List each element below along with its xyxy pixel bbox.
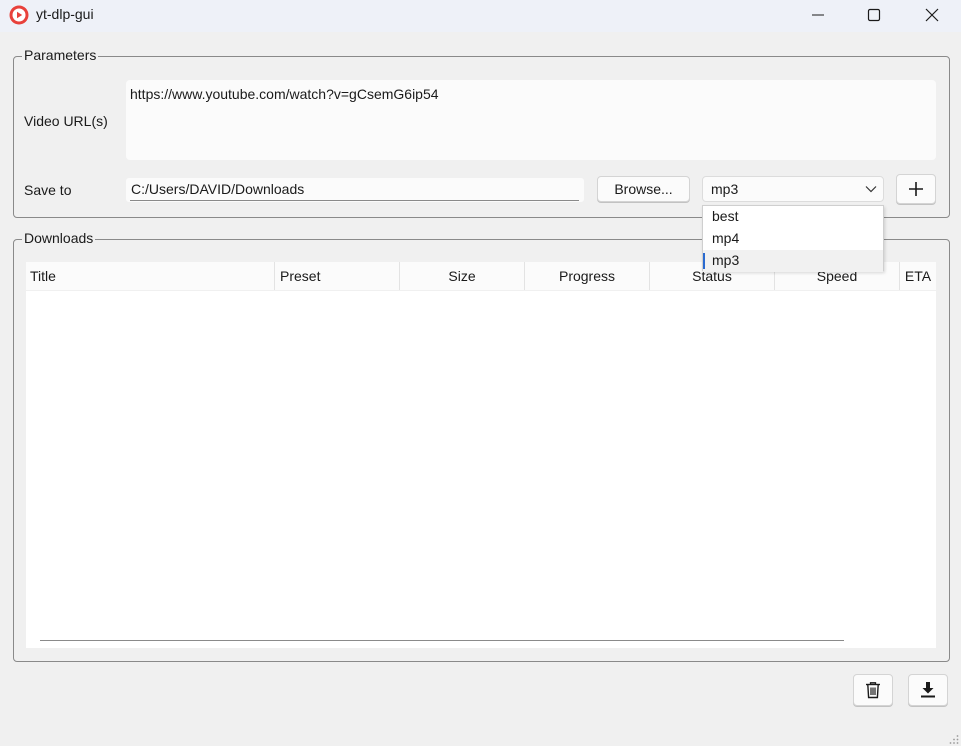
downloads-table[interactable]: Title Preset Size Progress Status Speed … xyxy=(26,262,936,648)
maximize-icon xyxy=(867,8,881,22)
column-header-eta[interactable]: ETA xyxy=(900,262,936,290)
maximize-button[interactable] xyxy=(845,0,903,30)
preset-selected-value: mp3 xyxy=(711,181,739,197)
selection-indicator xyxy=(703,253,705,269)
delete-button[interactable] xyxy=(853,674,893,706)
download-button[interactable] xyxy=(908,674,948,706)
column-header-title[interactable]: Title xyxy=(26,262,275,290)
column-header-progress[interactable]: Progress xyxy=(525,262,650,290)
video-url-label: Video URL(s) xyxy=(24,113,108,129)
browse-button[interactable]: Browse... xyxy=(597,176,690,202)
video-url-input[interactable]: https://www.youtube.com/watch?v=gCsemG6i… xyxy=(126,80,936,160)
preset-option-mp4[interactable]: mp4 xyxy=(703,228,883,250)
title-bar: yt-dlp-gui xyxy=(0,0,961,32)
window-title: yt-dlp-gui xyxy=(36,6,94,22)
horizontal-scrollbar[interactable] xyxy=(40,640,844,641)
resize-grip-icon[interactable] xyxy=(949,734,959,744)
save-path-value: C:/Users/DAVID/Downloads xyxy=(131,181,305,197)
save-path-underline xyxy=(130,200,579,201)
preset-select[interactable]: mp3 xyxy=(702,176,884,202)
minimize-icon xyxy=(812,14,824,16)
save-path-input[interactable]: C:/Users/DAVID/Downloads xyxy=(126,178,584,202)
download-icon xyxy=(921,682,935,698)
close-button[interactable] xyxy=(903,0,961,30)
browse-button-label: Browse... xyxy=(614,181,673,197)
close-icon xyxy=(925,8,939,22)
app-logo-icon xyxy=(9,5,29,25)
preset-dropdown-list: best mp4 mp3 xyxy=(702,205,884,272)
preset-option-best[interactable]: best xyxy=(703,206,883,228)
plus-icon xyxy=(909,182,923,196)
parameters-group-label: Parameters xyxy=(22,47,99,63)
column-header-size[interactable]: Size xyxy=(400,262,525,290)
add-download-button[interactable] xyxy=(896,174,936,204)
video-url-value: https://www.youtube.com/watch?v=gCsemG6i… xyxy=(130,86,439,102)
downloads-group-label: Downloads xyxy=(22,230,96,246)
save-to-label: Save to xyxy=(24,182,72,198)
preset-option-mp3[interactable]: mp3 xyxy=(703,250,883,272)
trash-icon xyxy=(866,682,880,699)
minimize-button[interactable] xyxy=(789,0,847,30)
chevron-down-icon xyxy=(865,186,877,193)
column-header-preset[interactable]: Preset xyxy=(275,262,400,290)
